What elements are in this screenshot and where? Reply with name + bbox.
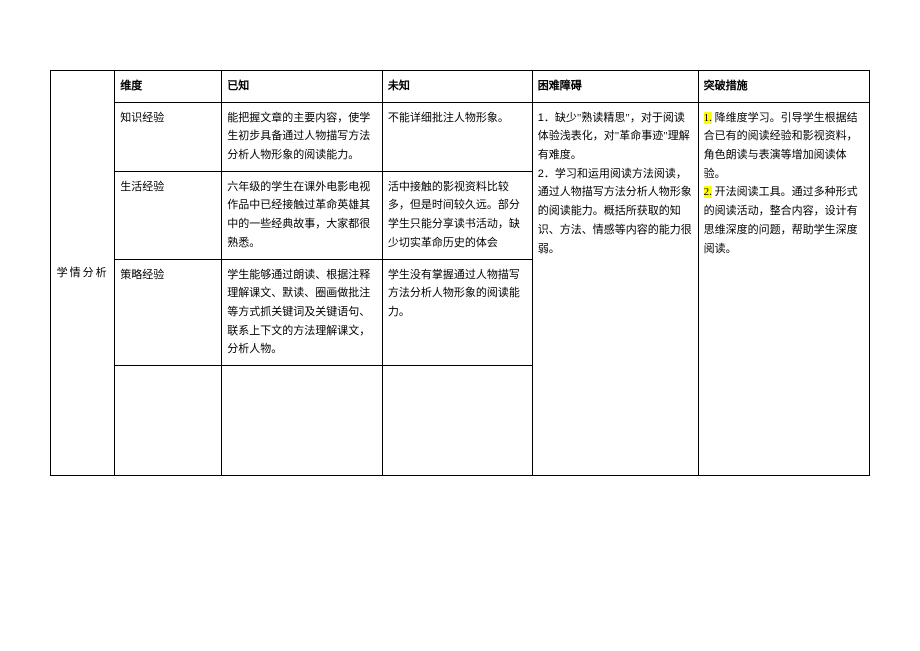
- header-barrier: 困难障碍: [532, 71, 698, 103]
- cell-life-unknown: 活中接触的影视资料比较多，但是时间较久远。部分学生只能分享读书活动，缺少切实革命…: [382, 171, 532, 259]
- cell-strategy-unknown: 学生没有掌握通过人物描写方法分析人物形象的阅读能力。: [382, 259, 532, 365]
- measure-1-highlight: 1.: [704, 112, 712, 124]
- cell-barrier: 1．缺少"熟读精思"，对于阅读体验浅表化，对"革命事迹"理解有难度。 2．学习和…: [532, 102, 698, 475]
- header-measure: 突破措施: [698, 71, 869, 103]
- header-known: 已知: [222, 71, 383, 103]
- cell-pad-1: [115, 365, 222, 475]
- barrier-text-1: ．缺少"熟读精思"，对于阅读体验浅表化，对"革命事迹"理解有难度。: [538, 112, 690, 161]
- cell-pad-2: [222, 365, 383, 475]
- measure-2-text: 开法阅读工具。通过多种形式的阅读活动，整合内容，设计有思维深度的问题，帮助学生深…: [704, 186, 858, 254]
- cell-strategy-known: 学生能够通过朗读、根据注释理解课文、默读、圈画做批注等方式抓关键词及关键语句、联…: [222, 259, 383, 365]
- header-unknown: 未知: [382, 71, 532, 103]
- cell-pad-3: [382, 365, 532, 475]
- barrier-text-2: ．学习和运用阅读方法阅读，通过人物描写方法分析人物形象的阅读能力。概括所获取的知…: [538, 168, 692, 255]
- cell-measure: 1. 降维度学习。引导学生根据结合已有的阅读经验和影视资料，角色朗读与表演等增加…: [698, 102, 869, 475]
- measure-1-text: 降维度学习。引导学生根据结合已有的阅读经验和影视资料，角色朗读与表演等增加阅读体…: [704, 112, 858, 180]
- measure-2-highlight: 2.: [704, 186, 712, 198]
- header-row: 学情分析 维度 已知 未知 困难障碍 突破措施: [51, 71, 870, 103]
- row-knowledge: 知识经验 能把握文章的主要内容，使学生初步具备通过人物描写方法分析人物形象的阅读…: [51, 102, 870, 171]
- side-label: 学情分析: [51, 71, 115, 476]
- header-dimension: 维度: [115, 71, 222, 103]
- cell-knowledge-unknown: 不能详细批注人物形象。: [382, 102, 532, 171]
- analysis-table: 学情分析 维度 已知 未知 困难障碍 突破措施 知识经验 能把握文章的主要内容，…: [50, 70, 870, 476]
- cell-knowledge-known: 能把握文章的主要内容，使学生初步具备通过人物描写方法分析人物形象的阅读能力。: [222, 102, 383, 171]
- cell-knowledge-dimension: 知识经验: [115, 102, 222, 171]
- cell-life-known: 六年级的学生在课外电影电视作品中已经接触过革命英雄其中的一些经典故事，大家都很熟…: [222, 171, 383, 259]
- cell-life-dimension: 生活经验: [115, 171, 222, 259]
- cell-strategy-dimension: 策略经验: [115, 259, 222, 365]
